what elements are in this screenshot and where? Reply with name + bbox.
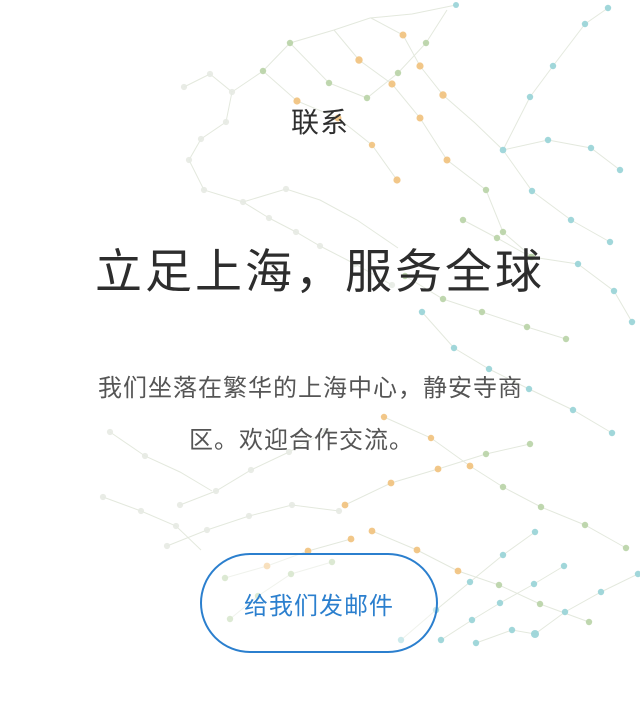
contact-description: 我们坐落在繁华的上海中心，静安寺商 区。欢迎合作交流。 (98, 362, 598, 466)
description-line-1: 我们坐落在繁华的上海中心，静安寺商 (98, 374, 523, 402)
section-eyebrow: 联系 (290, 106, 349, 139)
contact-headline: 立足上海，服务全球 (95, 245, 545, 300)
email-us-button[interactable]: 给我们发邮件 (200, 553, 438, 653)
description-line-2: 区。欢迎合作交流。 (189, 426, 414, 454)
contact-section: 联系 立足上海，服务全球 我们坐落在繁华的上海中心，静安寺商 区。欢迎合作交流。… (0, 0, 640, 725)
